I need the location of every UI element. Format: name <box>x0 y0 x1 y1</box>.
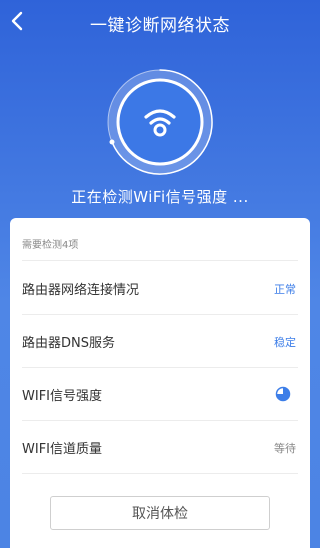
check-item-status: 稳定 <box>274 336 296 349</box>
wifi-icon <box>144 109 176 137</box>
scan-status-text: 正在检测WiFi信号强度 ... <box>71 188 249 206</box>
scan-indicator <box>98 60 222 184</box>
check-item-status: 正常 <box>274 283 296 296</box>
divider <box>22 260 298 261</box>
cancel-checkup-button[interactable]: 取消体检 <box>50 496 270 530</box>
check-item-status: 等待 <box>274 442 296 455</box>
list-item: 路由器网络连接情况 正常 <box>10 262 310 314</box>
check-item-label: 路由器DNS服务 <box>22 336 115 351</box>
page-title: 一键诊断网络状态 <box>90 16 230 36</box>
divider <box>22 473 298 474</box>
checklist-card: 需要检测4项 路由器网络连接情况 正常 路由器DNS服务 稳定 WIFI信号强度… <box>10 218 310 548</box>
check-item-label: WIFI信道质量 <box>22 442 102 457</box>
list-item: WIFI信号强度 <box>10 368 310 420</box>
list-item: WIFI信道质量 等待 <box>10 421 310 473</box>
check-item-label: 路由器网络连接情况 <box>22 283 140 298</box>
list-item: 路由器DNS服务 稳定 <box>10 315 310 367</box>
progress-pie-icon <box>275 386 291 402</box>
check-item-label: WIFI信号强度 <box>22 389 102 404</box>
checklist-header: 需要检测4项 <box>22 240 79 251</box>
diagnosis-screen: 一键诊断网络状态 正在检测WiFi信号强度 ... 需要检测4项 路由器网络连接… <box>0 0 320 548</box>
header-bar: 一键诊断网络状态 <box>0 0 320 44</box>
